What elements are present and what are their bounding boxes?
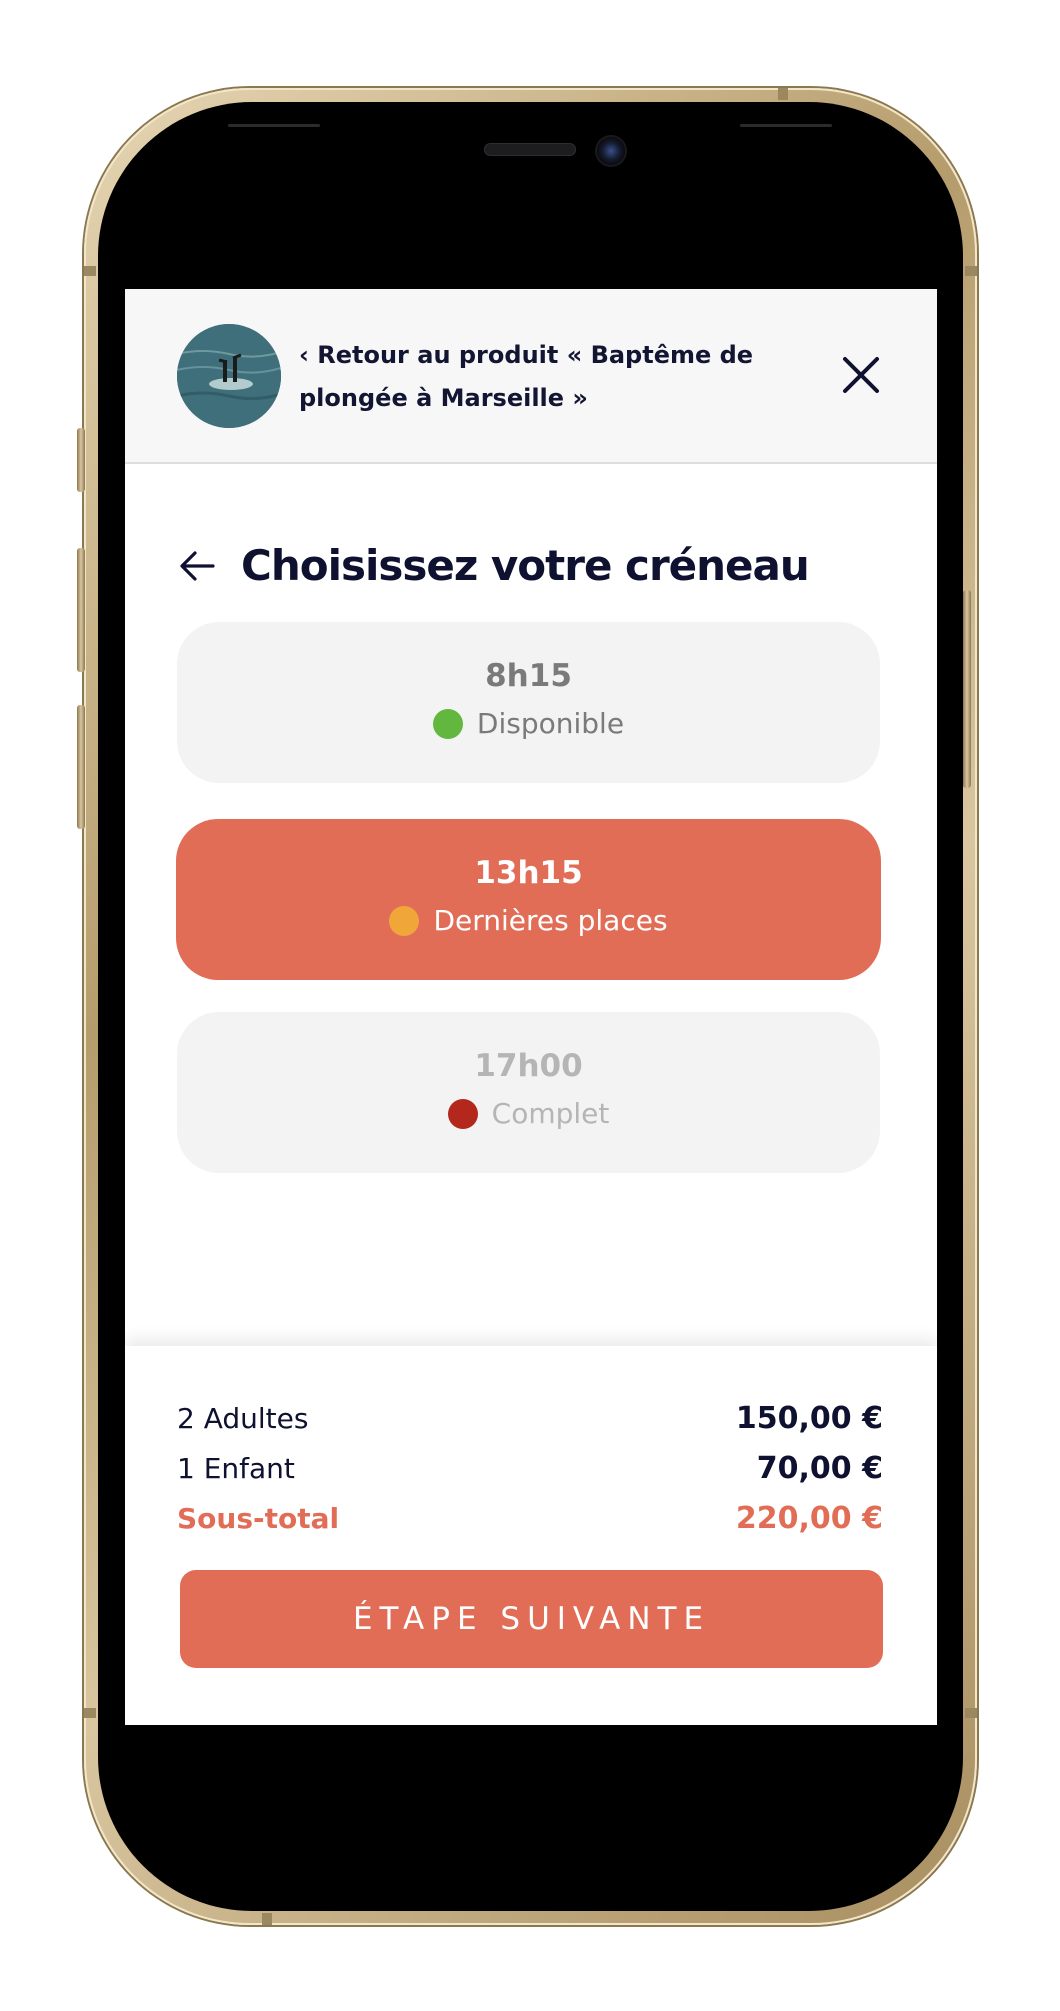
summary-line-value: 150,00 €	[735, 1401, 883, 1436]
slot-status: Disponible	[177, 704, 880, 744]
back-to-product-link[interactable]: ‹ Retour au produit « Baptême de plongée…	[299, 334, 769, 420]
slot-time: 17h00	[474, 1048, 583, 1084]
diver-photo-icon	[177, 324, 281, 428]
subtotal-label: Sous-total	[177, 1502, 340, 1535]
summary-line-value: 70,00 €	[756, 1451, 883, 1486]
antenna-line	[965, 1708, 977, 1718]
status-dot-icon	[432, 709, 463, 739]
summary-line-label: 2 Adultes	[177, 1402, 309, 1435]
app-screen: ‹ Retour au produit « Baptême de plongée…	[125, 289, 937, 1725]
silent-switch	[77, 428, 85, 492]
price-summary: 2 Adultes 150,00 € 1 Enfant 70,00 € Sous…	[125, 1346, 937, 1725]
close-icon	[843, 357, 879, 393]
slot-status: Dernières places	[176, 901, 881, 941]
summary-line: 1 Enfant 70,00 €	[177, 1444, 883, 1494]
top-grille-left	[228, 124, 320, 127]
status-dot-icon	[389, 906, 420, 936]
front-camera	[597, 137, 625, 165]
top-grille-right	[740, 124, 832, 127]
antenna-line	[262, 1913, 272, 1925]
subtotal-value: 220,00 €	[735, 1501, 883, 1536]
subtotal-line: Sous-total 220,00 €	[177, 1494, 883, 1544]
summary-line: 2 Adultes 150,00 €	[177, 1394, 883, 1444]
slot-card[interactable]: 17h00 Complet	[177, 1012, 880, 1173]
antenna-line	[84, 266, 96, 276]
slot-card[interactable]: 8h15 Disponible	[177, 622, 880, 783]
arrow-left-icon	[180, 551, 215, 581]
back-button[interactable]	[177, 546, 217, 586]
volume-down-button	[77, 705, 85, 829]
slot-status-label: Disponible	[476, 707, 625, 740]
power-button	[963, 590, 971, 788]
close-button[interactable]	[837, 351, 885, 399]
antenna-line	[965, 266, 977, 276]
slot-card[interactable]: 13h15 Dernières places	[176, 819, 881, 980]
slot-status-label: Complet	[491, 1097, 610, 1130]
slot-status: Complet	[177, 1094, 880, 1134]
antenna-line	[84, 1708, 96, 1718]
title-row: Choisissez votre créneau	[177, 534, 897, 604]
slot-time: 8h15	[485, 658, 572, 694]
volume-up-button	[77, 548, 85, 672]
top-bar: ‹ Retour au produit « Baptême de plongée…	[125, 289, 937, 464]
summary-line-label: 1 Enfant	[177, 1452, 295, 1485]
slot-status-label: Dernières places	[433, 904, 668, 937]
next-step-button[interactable]: ÉTAPE SUIVANTE	[180, 1570, 883, 1668]
antenna-line	[778, 88, 788, 100]
earpiece-speaker	[484, 143, 576, 156]
page-title: Choisissez votre créneau	[241, 541, 810, 590]
status-dot-icon	[447, 1099, 478, 1129]
slot-time: 13h15	[474, 855, 583, 891]
